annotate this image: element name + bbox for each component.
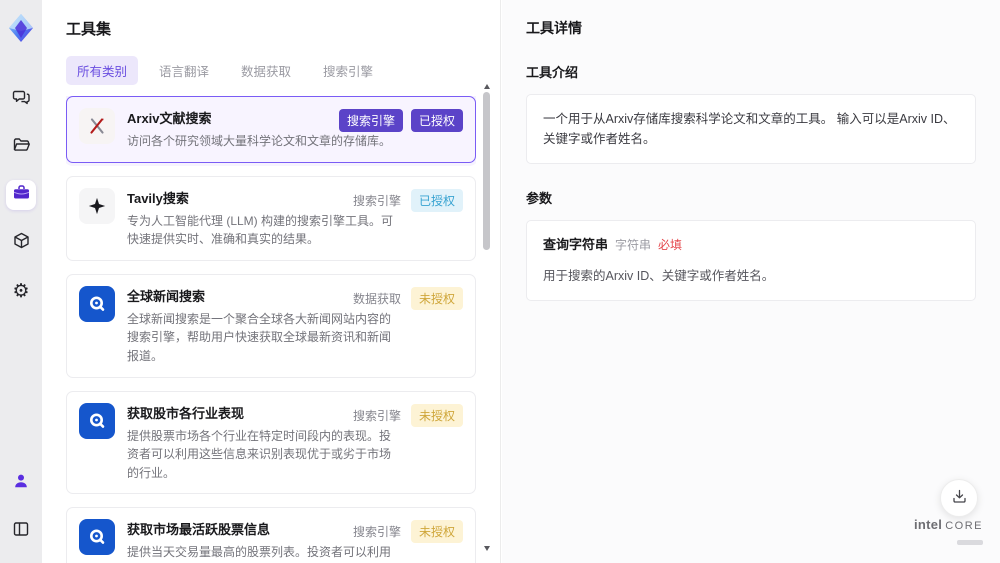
arxiv-icon	[79, 108, 115, 144]
tab-category-2[interactable]: 数据获取	[230, 56, 302, 85]
rail-bottom	[6, 459, 36, 555]
sidebar-item-account[interactable]	[6, 468, 36, 498]
intro-section-title: 工具介绍	[526, 65, 579, 80]
sidebar-item-toolbox[interactable]	[6, 180, 36, 210]
param-type: 字符串	[615, 238, 652, 252]
app-logo[interactable]	[6, 12, 36, 49]
blue-search-icon	[79, 519, 115, 556]
tool-auth-badge: 未授权	[410, 286, 463, 310]
scrollbar-thumb[interactable]	[483, 92, 490, 250]
tool-description: 全球新闻搜索是一个聚合全球各大新闻网站内容的搜索引擎，帮助用户快速获取全球最新资…	[127, 311, 392, 363]
toolbox-icon	[12, 183, 31, 207]
tool-description: 提供股票市场各个行业在特定时间段内的表现。投资者可以利用这些信息来识别表现优于或…	[127, 428, 392, 480]
tool-auth-badge: 已授权	[410, 109, 463, 132]
category-tabs: 所有类别 语言翻译 数据获取 搜索引擎	[66, 56, 476, 85]
tool-card[interactable]: Arxiv文献搜索 访问各个研究领域大量科学论文和文章的存储库。 搜索引擎 已授…	[66, 96, 476, 163]
intel-brand-text: intel	[913, 517, 943, 533]
param-item: 查询字符串 字符串 必填 用于搜索的Arxiv ID、关键字或作者姓名。	[543, 235, 959, 286]
tool-badges: 搜索引擎 已授权	[338, 109, 463, 132]
tool-description: 访问各个研究领域大量科学论文和文章的存储库。	[127, 134, 392, 148]
tool-card[interactable]: 全球新闻搜索 全球新闻搜索是一个聚合全球各大新闻网站内容的搜索引擎，帮助用户快速…	[66, 273, 476, 378]
intro-text: 一个用于从Arxiv存储库搜索科学论文和文章的工具。 输入可以是Arxiv ID…	[543, 112, 956, 146]
intel-core-logo: intel CORE	[913, 517, 983, 550]
tool-list-panel: 工具集 所有类别 语言翻译 数据获取 搜索引擎 Arxiv文献搜索 访问各个研究领域大…	[42, 0, 501, 563]
param-name: 查询字符串	[543, 237, 609, 252]
tab-category-3[interactable]: 搜索引擎	[312, 56, 384, 85]
tool-card[interactable]: 获取市场最活跃股票信息 提供当天交易量最高的股票列表。投资者可以利用这些信息来识…	[66, 507, 476, 563]
intel-product-text: CORE	[945, 520, 983, 533]
download-button[interactable]	[940, 479, 978, 517]
tool-description: 专为人工智能代理 (LLM) 构建的搜索引擎工具。可快速提供实时、准确和真实的结…	[127, 213, 394, 247]
left-icon-rail: ⚙	[0, 0, 42, 563]
detail-title: 工具详情	[526, 20, 582, 36]
sidebar-item-panel-toggle[interactable]	[6, 516, 36, 546]
tool-category-badge: 数据获取	[352, 291, 401, 306]
tool-category-badge: 搜索引擎	[352, 193, 401, 208]
chat-icon	[12, 87, 31, 111]
user-icon	[12, 472, 30, 495]
sidebar-item-packages[interactable]	[6, 228, 36, 258]
blue-search-icon	[79, 402, 115, 439]
tool-category-badge: 搜索引擎	[352, 525, 401, 540]
tab-category-1[interactable]: 语言翻译	[148, 56, 220, 85]
tavily-star-icon	[79, 187, 115, 224]
params-box: 查询字符串 字符串 必填 用于搜索的Arxiv ID、关键字或作者姓名。	[526, 220, 976, 301]
tool-auth-badge: 未授权	[410, 403, 463, 427]
tool-auth-badge: 已授权	[410, 188, 463, 212]
tool-category-badge: 搜索引擎	[338, 109, 403, 132]
tab-category-0[interactable]: 所有类别	[66, 56, 139, 85]
intro-box: 一个用于从Arxiv存储库搜索科学论文和文章的工具。 输入可以是Arxiv ID…	[526, 94, 976, 164]
cube-icon	[12, 231, 31, 255]
scrollbar-up-arrow-icon[interactable]	[484, 84, 490, 89]
sidebar-item-chat[interactable]	[6, 84, 36, 114]
sidebar-item-settings[interactable]: ⚙	[6, 276, 36, 306]
tool-detail-panel: 工具详情 工具介绍 一个用于从Arxiv存储库搜索科学论文和文章的工具。 输入可…	[502, 0, 1000, 563]
params-section-title: 参数	[526, 191, 553, 206]
page-title: 工具集	[66, 21, 112, 38]
tool-badges: 数据获取 未授权	[351, 286, 463, 310]
tool-auth-badge: 未授权	[410, 520, 463, 544]
intel-sub-mark	[957, 540, 983, 546]
param-required-badge: 必填	[658, 238, 683, 252]
tool-category-badge: 搜索引擎	[352, 408, 401, 423]
scrollbar-down-arrow-icon[interactable]	[484, 546, 490, 551]
param-description: 用于搜索的Arxiv ID、关键字或作者姓名。	[543, 268, 775, 283]
list-scrollbar[interactable]	[483, 84, 491, 551]
panel-toggle-icon	[12, 520, 30, 543]
download-icon	[951, 488, 968, 508]
settings-gear-icon: ⚙	[12, 280, 30, 302]
folder-icon	[12, 135, 31, 159]
tool-badges: 搜索引擎 未授权	[351, 520, 463, 544]
tool-card[interactable]: Tavily搜索 专为人工智能代理 (LLM) 构建的搜索引擎工具。可快速提供实…	[66, 175, 476, 261]
tool-card[interactable]: 获取股市各行业表现 提供股票市场各个行业在特定时间段内的表现。投资者可以利用这些…	[66, 390, 476, 495]
blue-search-icon	[79, 285, 115, 322]
sidebar-item-files[interactable]	[6, 132, 36, 162]
tool-badges: 搜索引擎 未授权	[351, 403, 463, 427]
tool-list: Arxiv文献搜索 访问各个研究领域大量科学论文和文章的存储库。 搜索引擎 已授…	[66, 96, 476, 563]
tool-description: 提供当天交易量最高的股票列表。投资者可以利用这些信息来识别流动性强的股票和潜在的…	[127, 545, 392, 560]
tool-badges: 搜索引擎 已授权	[351, 188, 463, 212]
